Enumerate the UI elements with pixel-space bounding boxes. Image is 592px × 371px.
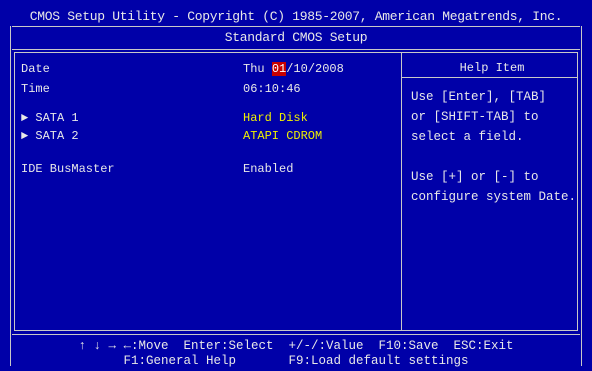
panel-bottom-border	[14, 330, 578, 331]
footer-divider	[12, 334, 580, 335]
footer-keys-line2: F1:General Help F9:Load default settings	[123, 354, 469, 368]
help-divider	[401, 52, 402, 330]
footer-keys-line1: ↑ ↓ → ←:Move Enter:Select +/-/:Value F10…	[78, 339, 514, 353]
submenu-arrow-icon: ►	[21, 129, 29, 143]
time-label: Time	[21, 82, 50, 96]
help-title-divider	[401, 77, 578, 78]
ide-busmaster-value[interactable]: Enabled	[243, 162, 293, 177]
sata1-value[interactable]: Hard Disk	[243, 111, 308, 126]
time-value[interactable]: 06:10:46	[243, 82, 301, 97]
submenu-arrow-icon: ►	[21, 111, 29, 125]
settings-panel: Date Thu 01/10/2008 Time 06:10:46 ► SATA…	[0, 0, 400, 330]
sata2-label: ► SATA 2	[21, 129, 79, 144]
sata2-value[interactable]: ATAPI CDROM	[243, 129, 322, 144]
sata1-label: ► SATA 1	[21, 111, 79, 126]
date-label: Date	[21, 62, 50, 76]
date-day: Thu	[243, 62, 265, 76]
date-value[interactable]: Thu 01/10/2008	[243, 62, 344, 77]
ide-busmaster-label: IDE BusMaster	[21, 162, 115, 176]
sata1-label-text: SATA 1	[35, 111, 79, 125]
date-month-selected[interactable]: 01	[271, 62, 287, 76]
help-title: Help Item	[459, 61, 525, 75]
help-text: Use [Enter], [TAB] or [SHIFT-TAB] to sel…	[411, 90, 577, 204]
sata2-label-text: SATA 2	[35, 129, 79, 143]
date-rest[interactable]: /10/2008	[286, 62, 344, 76]
